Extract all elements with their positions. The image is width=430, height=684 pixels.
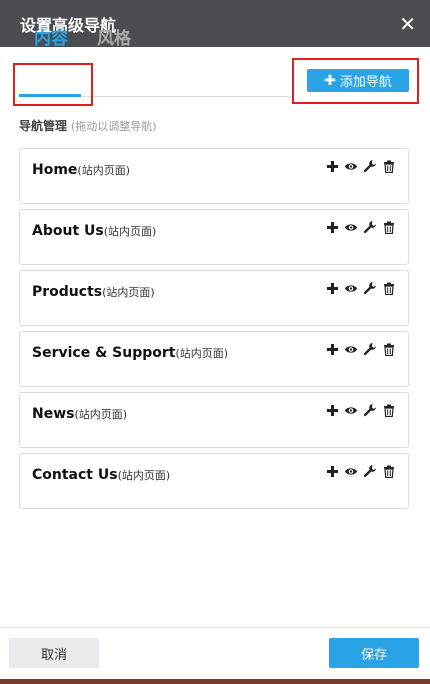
wrench-icon[interactable] bbox=[363, 281, 377, 295]
nav-item-text: Products(站内页面) bbox=[32, 281, 155, 300]
trash-icon[interactable] bbox=[382, 220, 396, 234]
nav-item-actions bbox=[325, 464, 396, 478]
wrench-icon[interactable] bbox=[363, 464, 377, 478]
nav-item-type: (站内页面) bbox=[74, 408, 128, 421]
advanced-nav-dialog: 设置高级导航 ✕ 内容 风格 ✚ 添加导航 导航管理 (拖动以调整导航) Home… bbox=[0, 0, 430, 679]
nav-item-name: About Us bbox=[32, 223, 104, 239]
nav-item[interactable]: Contact Us(站内页面) bbox=[19, 453, 409, 509]
trash-icon[interactable] bbox=[382, 342, 396, 356]
eye-icon[interactable] bbox=[344, 281, 358, 295]
nav-item-actions bbox=[325, 281, 396, 295]
nav-item[interactable]: Home(站内页面) bbox=[19, 148, 409, 204]
nav-list: Home(站内页面) About Us(站内页面) Products(站内页面) Se… bbox=[19, 148, 409, 514]
wrench-icon[interactable] bbox=[363, 342, 377, 356]
nav-item-text: Service & Support(站内页面) bbox=[32, 342, 228, 361]
nav-item[interactable]: About Us(站内页面) bbox=[19, 209, 409, 265]
trash-icon[interactable] bbox=[382, 159, 396, 173]
nav-item[interactable]: News(站内页面) bbox=[19, 392, 409, 448]
nav-item-type: (站内页面) bbox=[103, 225, 157, 238]
eye-icon[interactable] bbox=[344, 159, 358, 173]
eye-icon[interactable] bbox=[344, 220, 358, 234]
nav-item-text: Contact Us(站内页面) bbox=[32, 464, 170, 483]
save-button[interactable]: 保存 bbox=[329, 638, 419, 668]
nav-item-text: News(站内页面) bbox=[32, 403, 127, 422]
section-title: 导航管理 bbox=[19, 119, 68, 133]
nav-item-name: Home bbox=[32, 162, 78, 178]
section-heading: 导航管理 (拖动以调整导航) bbox=[19, 117, 157, 134]
trash-icon[interactable] bbox=[382, 281, 396, 295]
nav-item-actions bbox=[325, 403, 396, 417]
nav-item-actions bbox=[325, 220, 396, 234]
nav-item-text: About Us(站内页面) bbox=[32, 220, 156, 239]
wrench-icon[interactable] bbox=[363, 220, 377, 234]
plus-icon[interactable] bbox=[325, 220, 339, 234]
cancel-button[interactable]: 取消 bbox=[9, 638, 99, 668]
nav-item-actions bbox=[325, 159, 396, 173]
eye-icon[interactable] bbox=[344, 464, 358, 478]
nav-item-text: Home(站内页面) bbox=[32, 159, 130, 178]
trash-icon[interactable] bbox=[382, 464, 396, 478]
plus-icon[interactable] bbox=[325, 159, 339, 173]
wrench-icon[interactable] bbox=[363, 403, 377, 417]
trash-icon[interactable] bbox=[382, 403, 396, 417]
nav-item-type: (站内页面) bbox=[102, 286, 155, 299]
plus-icon[interactable] bbox=[325, 464, 339, 478]
section-hint: (拖动以调整导航) bbox=[71, 120, 157, 133]
tab-style[interactable]: 风格 bbox=[97, 24, 131, 49]
wrench-icon[interactable] bbox=[363, 159, 377, 173]
plus-icon[interactable] bbox=[325, 403, 339, 417]
nav-item-type: (站内页面) bbox=[175, 347, 229, 360]
eye-icon[interactable] bbox=[344, 403, 358, 417]
highlight-box-add-button bbox=[292, 58, 419, 104]
eye-icon[interactable] bbox=[344, 342, 358, 356]
highlight-box-tab bbox=[13, 63, 93, 106]
nav-item-name: News bbox=[32, 406, 75, 422]
nav-item-name: Products bbox=[32, 284, 103, 300]
nav-item-name: Contact Us bbox=[32, 467, 118, 483]
nav-item-type: (站内页面) bbox=[77, 164, 131, 177]
footer-divider bbox=[0, 627, 430, 628]
nav-item-actions bbox=[325, 342, 396, 356]
plus-icon[interactable] bbox=[325, 281, 339, 295]
nav-item-name: Service & Support bbox=[32, 345, 176, 361]
tab-content[interactable]: 内容 bbox=[34, 24, 68, 49]
close-icon[interactable]: ✕ bbox=[399, 14, 416, 34]
nav-item-type: (站内页面) bbox=[117, 469, 171, 482]
nav-item[interactable]: Service & Support(站内页面) bbox=[19, 331, 409, 387]
nav-item[interactable]: Products(站内页面) bbox=[19, 270, 409, 326]
plus-icon[interactable] bbox=[325, 342, 339, 356]
